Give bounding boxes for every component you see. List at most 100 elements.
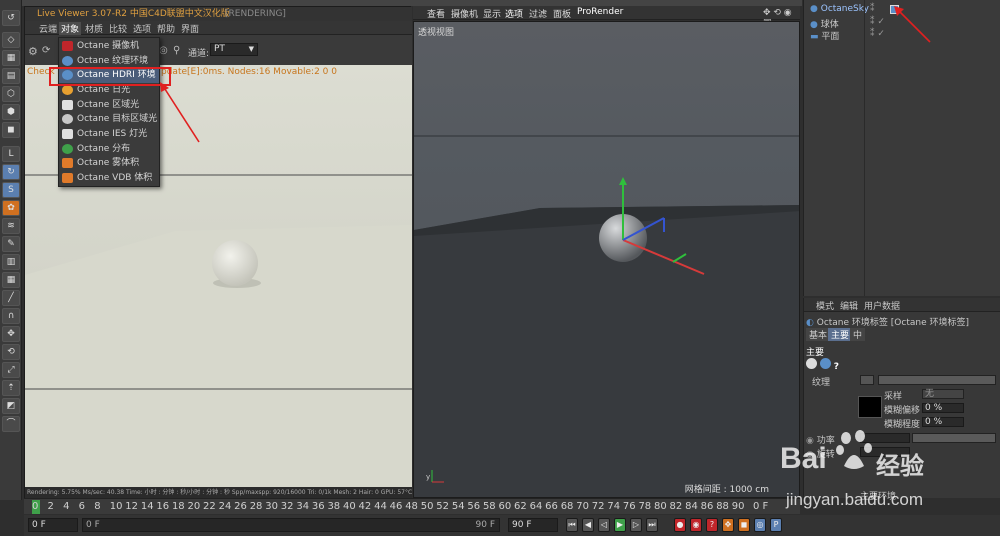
column-divider xyxy=(864,0,865,296)
visibility-dots-icon[interactable]: ⁑ xyxy=(870,4,875,14)
menu-compare[interactable]: 比较 xyxy=(107,22,129,35)
end-frame-field[interactable]: 90 F xyxy=(508,518,558,532)
vdb-volume-icon xyxy=(62,173,73,183)
edges-mode-icon[interactable]: ⬢ xyxy=(2,104,20,120)
tweak-icon[interactable]: ↻ xyxy=(2,164,20,180)
watermark-brand-cn: 经验 xyxy=(876,452,924,480)
prev-key-icon[interactable]: ◀ xyxy=(582,518,594,532)
texture-mode-icon[interactable]: ▦ xyxy=(2,50,20,66)
sculpt-icon[interactable]: ✿ xyxy=(2,200,20,216)
texture-environment-icon xyxy=(62,56,73,66)
object-row-plane[interactable]: ▬ 平面 ⁑ ✓ xyxy=(810,29,885,42)
reverse-play-icon[interactable]: ◁ xyxy=(598,518,610,532)
area-light-icon xyxy=(62,100,73,110)
menu-prorender[interactable]: ProRender xyxy=(575,7,625,17)
sample-select[interactable]: 无 xyxy=(922,389,964,399)
red-arrow-annotation-right xyxy=(894,6,931,43)
texture-slot[interactable] xyxy=(878,375,996,385)
axis-icon[interactable]: L xyxy=(2,146,20,162)
knife-icon[interactable]: ╱ xyxy=(2,290,20,306)
current-frame-field[interactable]: 0 F xyxy=(28,518,78,532)
offset-x-row: 模糊偏移 0 % xyxy=(884,403,964,416)
tab-extra[interactable]: 中 xyxy=(850,328,866,341)
paint-icon[interactable]: ▥ xyxy=(2,254,20,270)
brush-icon[interactable]: ✎ xyxy=(2,236,20,252)
points-mode-icon[interactable]: ⬡ xyxy=(2,86,20,102)
workplane-icon[interactable]: ▤ xyxy=(2,68,20,84)
goto-start-icon[interactable]: ⏮ xyxy=(566,518,578,532)
next-key-icon[interactable]: ▷ xyxy=(630,518,642,532)
tab-basic[interactable]: 基本 xyxy=(806,328,831,341)
menu-item-fog-volume[interactable]: Octane 雾体积 xyxy=(59,156,159,171)
grid-spacing-readout: 网格间距 : 1000 cm xyxy=(684,485,769,495)
mode-icon-2[interactable] xyxy=(819,358,831,369)
menu-item-scatter[interactable]: Octane 分布 xyxy=(59,142,159,157)
mode-icon-1[interactable] xyxy=(806,358,817,369)
plane-object-icon: ▬ xyxy=(810,32,819,42)
gear-icon[interactable]: ⚙ xyxy=(28,45,38,58)
axis-gizmo-label: y xyxy=(426,473,430,481)
extrude-icon[interactable]: ⇡ xyxy=(2,380,20,396)
layer-icon[interactable]: ≋ xyxy=(2,218,20,234)
rotate-icon[interactable]: ⟲ xyxy=(2,344,20,360)
menu-mode[interactable]: 模式 xyxy=(814,299,836,312)
tab-main[interactable]: 主要 xyxy=(828,328,853,341)
visibility-dots-icon[interactable]: ⁑ ✓ xyxy=(870,17,885,27)
record-icon[interactable]: ● xyxy=(674,518,686,532)
timeline-tick: 34 xyxy=(296,501,310,512)
snap-icon[interactable]: S xyxy=(2,182,20,198)
rotate-key-icon[interactable]: ◎ xyxy=(754,518,766,532)
channel-select[interactable]: PT ▼ xyxy=(210,43,258,56)
pin-icon[interactable]: ⚲ xyxy=(173,45,180,56)
play-icon[interactable]: ▶ xyxy=(614,518,626,532)
polygons-mode-icon[interactable]: ◼ xyxy=(2,122,20,138)
bridge-icon[interactable]: ⌒ xyxy=(2,416,20,432)
bevel-icon[interactable]: ◩ xyxy=(2,398,20,414)
model-mode-icon[interactable]: ◇ xyxy=(2,32,20,48)
menu-panel[interactable]: 面板 xyxy=(551,7,573,20)
visibility-dots-icon[interactable]: ⁑ ✓ xyxy=(870,29,885,39)
offset-x-input[interactable]: 0 % xyxy=(922,403,964,413)
menu-viewport-options[interactable]: 选项 xyxy=(503,7,525,20)
move-icon[interactable]: ✥ xyxy=(2,326,20,342)
help-icon[interactable]: ? xyxy=(834,362,839,372)
menu-item-target-area-light[interactable]: Octane 目标区域光 xyxy=(59,112,159,127)
menu-materials[interactable]: 材质 xyxy=(83,22,105,35)
range-slider[interactable]: 0 F 90 F xyxy=(82,518,500,532)
menu-item-ies-light[interactable]: Octane IES 灯光 xyxy=(59,127,159,142)
menu-interface[interactable]: 界面 xyxy=(179,22,201,35)
refresh-icon[interactable]: ⟳ xyxy=(42,45,50,56)
menu-edit[interactable]: 编辑 xyxy=(838,299,860,312)
timeline-tick: 44 xyxy=(374,501,387,512)
menu-objects[interactable]: 对象 xyxy=(59,22,82,35)
menu-filter[interactable]: 过滤 xyxy=(527,7,549,20)
menu-item-octane-camera[interactable]: Octane 摄像机 xyxy=(59,39,159,54)
menu-view[interactable]: 查看 xyxy=(425,7,447,20)
menu-item-area-light[interactable]: Octane 区域光 xyxy=(59,98,159,113)
texture-preview[interactable] xyxy=(858,396,882,418)
timeline-tick: 58 xyxy=(482,501,496,512)
menu-display[interactable]: 显示 xyxy=(481,7,503,20)
scale-icon[interactable]: ⤢ xyxy=(2,362,20,378)
timeline-tick: 36 xyxy=(311,501,325,512)
menu-cloud[interactable]: 云端 xyxy=(37,22,59,35)
menu-help[interactable]: 帮助 xyxy=(155,22,177,35)
grid-icon[interactable]: ▦ xyxy=(2,272,20,288)
menu-item-vdb-volume[interactable]: Octane VDB 体积 xyxy=(59,171,159,186)
menu-options[interactable]: 选项 xyxy=(131,22,153,35)
keyframe-icon[interactable]: ? xyxy=(706,518,718,532)
timeline-tick: 2 xyxy=(47,501,54,512)
undo-icon[interactable]: ↺ xyxy=(2,10,20,26)
texture-dropdown-button[interactable] xyxy=(860,375,874,385)
magnet-icon[interactable]: ∩ xyxy=(2,308,20,324)
move-key-icon[interactable]: ✥ xyxy=(722,518,734,532)
object-row-octanesky[interactable]: ● OctaneSky ⁑ xyxy=(810,4,899,14)
timeline-ruler[interactable]: 0 2 4 6 8 10 12 14 16 18 20 22 24 26 28 30 32 34 36 38 40 42 4… xyxy=(24,498,800,514)
autokey-icon[interactable]: ◉ xyxy=(690,518,702,532)
scale-key-icon[interactable]: ◼ xyxy=(738,518,750,532)
menu-user-data[interactable]: 用户数据 xyxy=(862,299,902,312)
goto-end-icon[interactable]: ⏭ xyxy=(646,518,658,532)
lock-icon[interactable]: ◎ xyxy=(159,45,168,56)
menu-camera[interactable]: 摄像机 xyxy=(449,7,480,20)
perspective-viewport[interactable]: 透视视图 y 网格间距 : 1000 cm xyxy=(413,21,800,498)
